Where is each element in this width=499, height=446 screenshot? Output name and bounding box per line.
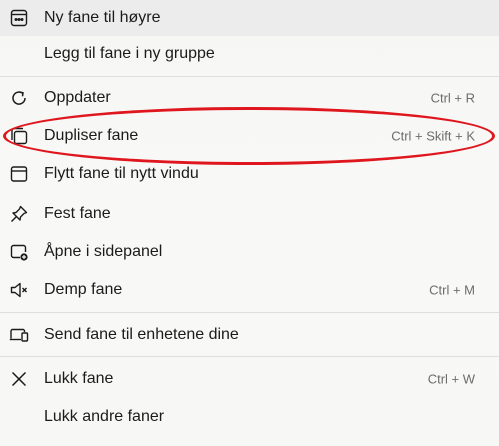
menu-item-label: Oppdater — [44, 89, 111, 106]
menu-separator — [0, 312, 499, 313]
menu-item-shortcut: Ctrl + M — [429, 282, 475, 298]
menu-item-label: Åpne i sidepanel — [44, 243, 163, 260]
menu-item-label: Lukk andre faner — [44, 408, 165, 425]
menu-item-label: Ny fane til høyre — [44, 9, 161, 26]
close-icon — [9, 369, 29, 389]
menu-item-pin-tab[interactable]: Fest fane — [0, 196, 499, 232]
menu-item-label: Flytt fane til nytt vindu — [44, 165, 199, 182]
menu-item-open-in-sidepanel[interactable]: Åpne i sidepanel — [0, 234, 499, 270]
menu-item-close-other-tabs[interactable]: Lukk andre faner — [0, 399, 499, 435]
sidepanel-add-icon — [9, 242, 29, 262]
menu-item-mute-tab[interactable]: Demp fane Ctrl + M — [0, 272, 499, 308]
menu-item-label: Lukk fane — [44, 370, 114, 387]
menu-item-shortcut: Ctrl + R — [430, 90, 475, 106]
menu-item-shortcut: Ctrl + W — [427, 371, 475, 387]
menu-item-add-to-new-group[interactable]: Legg til fane i ny gruppe — [0, 36, 499, 72]
menu-item-label: Send fane til enhetene dine — [44, 326, 239, 343]
new-tab-icon — [9, 8, 29, 28]
menu-separator — [0, 356, 499, 357]
menu-item-send-to-devices[interactable]: Send fane til enhetene dine — [0, 317, 499, 353]
mute-speaker-icon — [9, 280, 29, 300]
window-icon — [9, 164, 29, 184]
menu-item-label: Fest fane — [44, 205, 111, 222]
menu-item-label: Legg til fane i ny gruppe — [44, 45, 215, 62]
tab-context-menu: Ny fane til høyre Legg til fane i ny gru… — [0, 0, 499, 446]
pin-icon — [9, 204, 29, 224]
menu-item-close-tab[interactable]: Lukk fane Ctrl + W — [0, 361, 499, 397]
menu-separator — [0, 76, 499, 77]
menu-item-label: Demp fane — [44, 281, 123, 298]
refresh-icon — [9, 88, 29, 108]
highlight-annotation-ring — [3, 107, 495, 165]
menu-item-new-tab-right[interactable]: Ny fane til høyre — [0, 0, 499, 36]
devices-icon — [9, 325, 29, 345]
